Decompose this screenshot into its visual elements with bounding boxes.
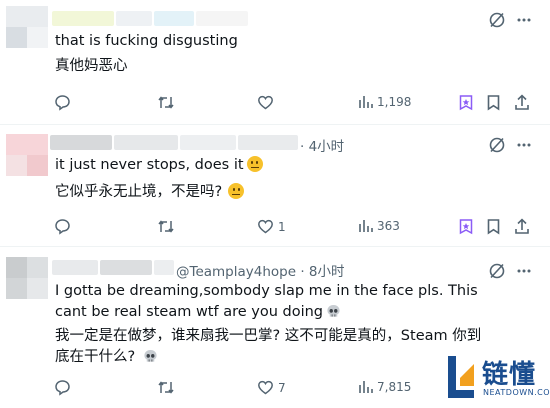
like-count: 1 <box>278 219 286 234</box>
tweet-text-en: I gotta be dreaming,sombody slap me in t… <box>55 281 495 326</box>
tip-button[interactable] <box>458 218 474 235</box>
retweet-button[interactable] <box>157 379 179 396</box>
views-button[interactable]: 7,815 <box>357 379 411 395</box>
more-icon[interactable] <box>516 263 532 279</box>
avatar[interactable] <box>6 257 48 299</box>
share-button[interactable] <box>514 218 530 235</box>
tip-button[interactable] <box>458 94 474 111</box>
tweet-3-top-icons <box>488 262 532 280</box>
like-button[interactable] <box>257 94 278 111</box>
share-button[interactable] <box>514 94 530 111</box>
tweet-text-en-content: it just never stops, does it <box>55 157 244 173</box>
more-icon[interactable] <box>516 12 532 28</box>
tweet-text-en: it just never stops, does it <box>55 155 263 176</box>
author-handle-and-time[interactable]: @Teamplay4hope · 8小时 <box>176 260 345 280</box>
slightly-frowning-face-emoji <box>228 183 245 199</box>
tweet-text-en: that is fucking disgusting <box>55 33 238 49</box>
tweet-1-actions: 1,198 <box>0 94 550 114</box>
like-count: 7 <box>278 380 286 395</box>
tweet-text-zh: 它似乎永无止境，不是吗? <box>55 182 245 203</box>
like-button[interactable]: 1 <box>257 218 286 235</box>
avatar[interactable] <box>6 134 48 176</box>
views-count: 7,815 <box>377 380 412 394</box>
grok-icon[interactable] <box>488 136 506 154</box>
tweet-2-top-icons <box>488 136 532 154</box>
watermark-cn: 链懂 <box>482 360 537 390</box>
reply-button[interactable] <box>54 379 75 396</box>
neatdown-logo-icon <box>448 356 474 398</box>
tweet-text-zh-content: 它似乎永无止境，不是吗? <box>55 184 223 200</box>
reply-button[interactable] <box>54 218 75 235</box>
slightly-frowning-face-emoji <box>246 156 263 172</box>
retweet-button[interactable] <box>157 94 179 111</box>
neatdown-watermark: 链懂 NEATDOWN.COM <box>436 350 550 408</box>
bookmark-button[interactable] <box>486 94 501 111</box>
tweet-text-zh: 我一定是在做梦，谁来扇我一巴掌? 这不可能是真的，Steam 你到底在干什么? <box>55 326 495 371</box>
grok-icon[interactable] <box>488 262 506 280</box>
retweet-button[interactable] <box>157 218 179 235</box>
tweet-text-en-content: I gotta be dreaming,sombody slap me in t… <box>55 283 478 320</box>
views-button[interactable]: 363 <box>357 218 400 234</box>
tweet-text-zh: 真他妈恶心 <box>55 58 128 74</box>
views-count: 363 <box>377 219 400 233</box>
avatar[interactable] <box>6 6 48 48</box>
views-button[interactable]: 1,198 <box>357 94 411 110</box>
bookmark-button[interactable] <box>486 218 501 235</box>
tweet-2-actions: 1 363 <box>0 218 550 238</box>
grok-icon[interactable] <box>488 11 506 29</box>
post-time[interactable]: · 4小时 <box>300 135 344 155</box>
skull-emoji <box>326 304 341 326</box>
views-count: 1,198 <box>377 95 412 109</box>
skull-emoji <box>143 349 158 371</box>
more-icon[interactable] <box>516 137 532 153</box>
watermark-en: NEATDOWN.COM <box>483 388 550 397</box>
reply-button[interactable] <box>54 94 75 111</box>
tweet-1-top-icons <box>488 11 532 29</box>
like-button[interactable]: 7 <box>257 379 286 396</box>
tweet-text-zh-content: 我一定是在做梦，谁来扇我一巴掌? 这不可能是真的，Steam 你到底在干什么? <box>55 328 482 365</box>
